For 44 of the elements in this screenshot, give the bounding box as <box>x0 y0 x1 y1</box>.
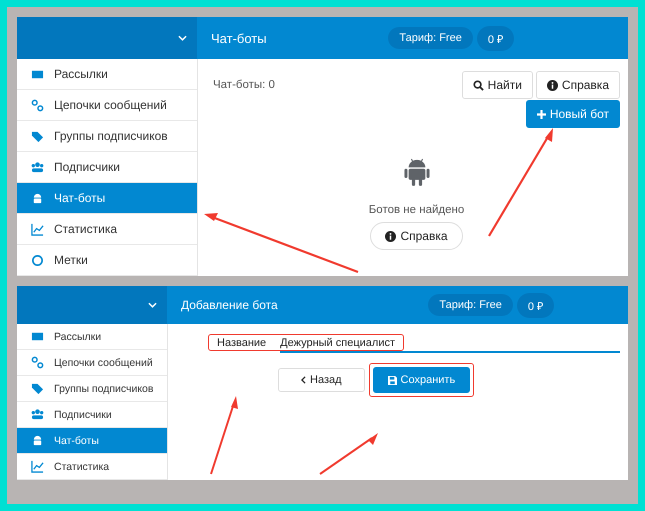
chart-icon <box>31 222 44 236</box>
search-icon <box>472 80 484 90</box>
search-button[interactable]: Найти <box>462 71 533 99</box>
sidebar-item[interactable]: Рассылки <box>17 324 167 350</box>
field-label: Название <box>217 337 266 349</box>
sidebar-item[interactable]: Группы подписчиков <box>17 376 167 402</box>
chart-icon <box>31 460 44 473</box>
sidebar-item[interactable]: Метки <box>17 245 197 276</box>
arrow <box>319 433 378 475</box>
sidebar-item[interactable]: Рассылки <box>17 59 197 90</box>
back-button[interactable]: Назад <box>278 368 365 392</box>
tags-icon <box>31 382 44 395</box>
sidebar-item[interactable]: Статистика <box>17 214 197 245</box>
info-icon <box>546 80 558 90</box>
link-icon <box>31 98 44 112</box>
page-title: Чат-боты <box>211 30 267 46</box>
link-icon <box>31 356 44 369</box>
chevron-down-icon[interactable] <box>178 35 187 41</box>
bot-count: Чат-боты: 0 <box>213 79 275 91</box>
empty-message: Ботов не найдено <box>368 204 464 216</box>
save-button[interactable]: Сохранить <box>372 367 470 393</box>
sidebar-item[interactable]: Чат-боты <box>17 428 167 454</box>
page-title: Добавление бота <box>181 298 278 312</box>
sidebar-item[interactable]: Цепочки сообщений <box>17 90 197 121</box>
sidebar-item[interactable]: Чат-боты <box>17 183 197 214</box>
chevron-down-icon[interactable] <box>148 302 157 308</box>
circle-icon <box>31 254 44 266</box>
new-bot-button[interactable]: Новый бот <box>526 100 620 128</box>
sidebar-item[interactable]: Статистика <box>17 454 167 480</box>
tariff-badge[interactable]: Тариф: Free <box>428 294 513 316</box>
help-button[interactable]: Справка <box>536 71 620 99</box>
plus-icon <box>536 110 546 118</box>
help-button[interactable]: Справка <box>370 222 463 250</box>
sidebar-item[interactable]: Группы подписчиков <box>17 121 197 152</box>
tariff-badge[interactable]: Тариф: Free <box>388 27 473 49</box>
balance-badge[interactable]: 0 ₽ <box>516 292 554 318</box>
users-icon <box>31 408 44 421</box>
balance-badge[interactable]: 0 ₽ <box>476 26 514 50</box>
sidebar-item[interactable]: Цепочки сообщений <box>17 350 167 376</box>
info-icon <box>385 230 396 242</box>
tags-icon <box>31 130 44 142</box>
name-field[interactable]: Дежурный специалист <box>280 337 395 349</box>
chevron-left-icon <box>301 376 306 384</box>
users-icon <box>31 160 44 174</box>
